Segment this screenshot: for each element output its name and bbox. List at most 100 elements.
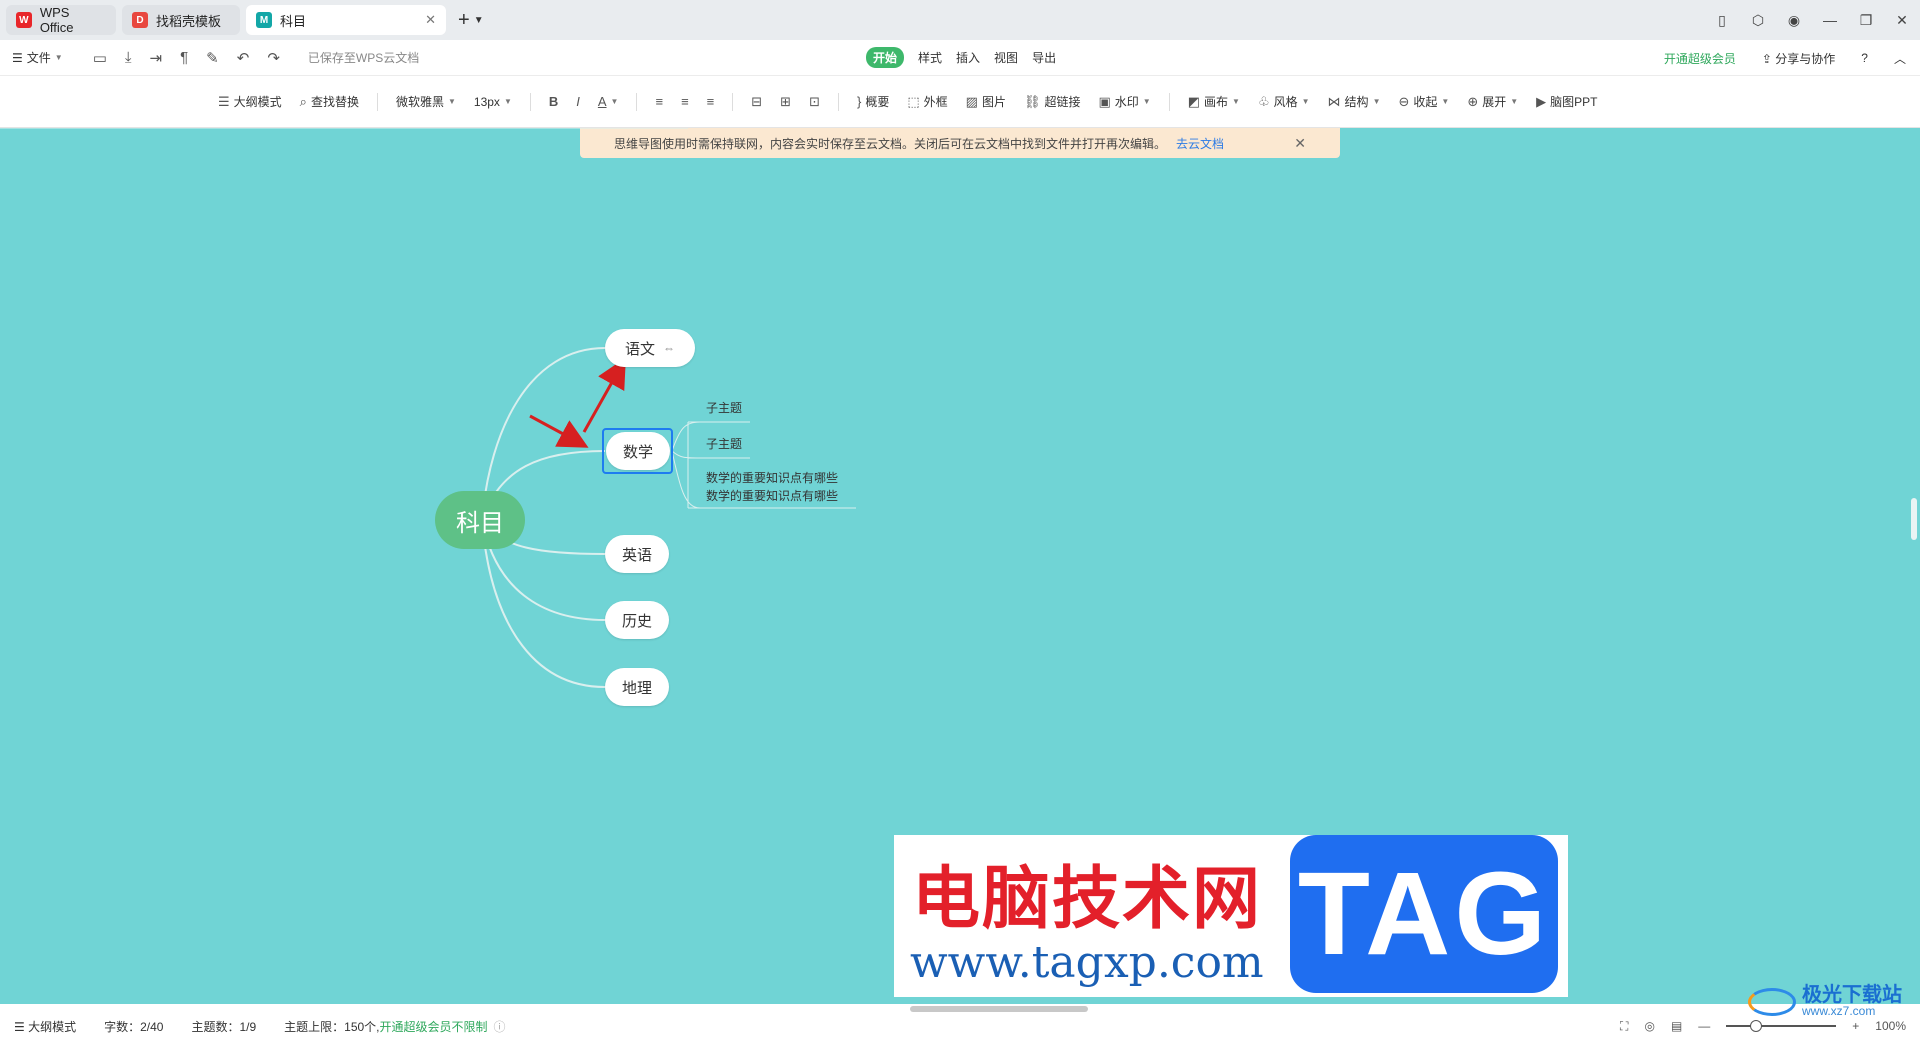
insert-parent-button[interactable]: ⊡ <box>809 94 820 110</box>
corner-watermark-title: 极光下载站 <box>1802 984 1902 1006</box>
new-tab-button[interactable]: + ▼ <box>458 9 484 32</box>
scroll-thumb[interactable] <box>1911 498 1917 540</box>
tab-docer-templates[interactable]: D 找稻壳模板 <box>122 5 240 35</box>
summary-button[interactable]: } 概要 <box>857 93 889 110</box>
insert-sibling-button[interactable]: ⊞ <box>780 94 791 110</box>
chevron-down-icon: ▼ <box>1301 97 1310 106</box>
hyperlink-label: 超链接 <box>1044 95 1081 109</box>
toolbar: ☰ 大纲模式 ⌕ 查找替换 微软雅黑 ▼ 13px ▼ B I A ▼ ≡ ≡ ≡ ⊟ ⊞… <box>0 76 1920 128</box>
topic-shuxue[interactable]: 数学 <box>606 432 670 470</box>
tab-mindmap-file[interactable]: M 科目 ✕ <box>246 5 446 35</box>
topic-dili[interactable]: 地理 <box>605 668 669 706</box>
collapse-button[interactable]: ⊖ 收起 ▼ <box>1398 93 1449 110</box>
docer-icon: D <box>132 12 148 28</box>
layout-icon[interactable]: ▯ <box>1704 12 1740 29</box>
format-painter-icon[interactable]: ¶ <box>180 49 188 66</box>
close-tab-icon[interactable]: ✕ <box>425 12 436 28</box>
pen-icon[interactable]: ✎ <box>206 49 219 67</box>
font-family-select[interactable]: 微软雅黑 ▼ <box>396 93 456 110</box>
tab-start[interactable]: 开始 <box>866 47 905 68</box>
subtopic[interactable]: 子主题 <box>706 435 742 452</box>
close-window-icon[interactable]: ✕ <box>1884 12 1920 29</box>
topic-lishi[interactable]: 历史 <box>605 601 669 639</box>
vertical-scrollbar[interactable] <box>1908 128 1920 1004</box>
tab-label: 找稻壳模板 <box>156 13 222 29</box>
export-icon[interactable]: ⇥ <box>150 49 163 67</box>
divider <box>636 92 638 111</box>
redo-icon[interactable]: ↷ <box>267 49 280 67</box>
cube-icon[interactable]: ⬡ <box>1740 12 1776 29</box>
subtopic[interactable]: 数学的重要知识点有哪些 <box>706 487 838 504</box>
tab-export[interactable]: 导出 <box>1032 49 1056 66</box>
child-topic-icon: ⊟ <box>751 93 763 109</box>
watermark-button[interactable]: ▣ 水印 ▼ <box>1098 93 1150 110</box>
chevron-down-icon: ▼ <box>447 97 456 106</box>
tab-view[interactable]: 视图 <box>994 49 1018 66</box>
paint-bucket-icon: ◩ <box>1187 93 1201 109</box>
outline-mode-button[interactable]: ☰ 大纲模式 <box>218 93 282 110</box>
map-icon[interactable]: ▤ <box>1671 1019 1682 1033</box>
align-left-button[interactable]: ≡ <box>655 94 663 109</box>
find-replace-button[interactable]: ⌕ 查找替换 <box>300 93 359 110</box>
collapse-ribbon-icon[interactable]: ︿ <box>1894 50 1906 67</box>
topic-yingyu[interactable]: 英语 <box>605 535 669 573</box>
vip-button[interactable]: 开通超级会员 <box>1664 50 1736 67</box>
root-topic[interactable]: 科目 <box>435 491 525 549</box>
style-button[interactable]: ♧ 风格 ▼ <box>1258 93 1310 110</box>
tab-insert[interactable]: 插入 <box>956 49 980 66</box>
tab-wps-office[interactable]: W WPS Office <box>6 5 116 35</box>
zoom-in-icon[interactable]: + <box>1852 1019 1859 1033</box>
chevron-down-icon: ▼ <box>473 14 484 26</box>
expand-button[interactable]: ⊕ 展开 ▼ <box>1467 93 1518 110</box>
zoom-slider-knob[interactable] <box>1750 1020 1763 1032</box>
share-button[interactable]: ⇪ 分享与协作 <box>1762 50 1835 67</box>
fit-screen-icon[interactable]: ⛶ <box>1620 1019 1628 1034</box>
subtopic[interactable]: 子主题 <box>706 399 742 416</box>
frame-button[interactable]: ⬚ 外框 <box>907 93 947 110</box>
align-right-button[interactable]: ≡ <box>707 94 715 109</box>
topic-yuwen[interactable]: 语文 ⇔ <box>605 329 695 367</box>
insert-child-button[interactable]: ⊟ <box>751 94 762 110</box>
italic-button[interactable]: I <box>576 94 580 109</box>
structure-button[interactable]: ⋈ 结构 ▼ <box>1328 93 1381 110</box>
save-icon[interactable]: ▭ <box>93 49 107 67</box>
tab-style[interactable]: 样式 <box>918 49 942 66</box>
red-arrow-right <box>529 414 589 448</box>
ppt-label: 脑图PPT <box>1550 95 1598 109</box>
mindmap-ppt-button[interactable]: ▶ 脑图PPT <box>1536 93 1597 110</box>
menu-bar: ☰ 文件 ▼ ▭ ⤓ ⇥ ¶ ✎ ↶ ↷ 已保存至WPS云文档 开始 样式 插入… <box>0 40 1920 76</box>
file-menu[interactable]: ☰ 文件 ▼ <box>12 49 63 66</box>
align-right-icon: ≡ <box>706 94 715 109</box>
font-size-select[interactable]: 13px ▼ <box>474 95 512 109</box>
frame-label: 外框 <box>923 95 948 109</box>
locate-icon[interactable]: ◎ <box>1644 1019 1654 1033</box>
vip-unlimited-link[interactable]: 开通超级会员不限制 <box>380 1018 488 1035</box>
hyperlink-button[interactable]: ⛓ 超链接 <box>1024 93 1081 110</box>
chevron-down-icon: ▼ <box>1232 97 1240 106</box>
minimize-icon[interactable]: — <box>1812 12 1848 28</box>
structure-icon: ⋈ <box>1327 93 1341 109</box>
info-icon[interactable]: ⓘ <box>494 1018 506 1035</box>
canvas-button[interactable]: ◩ 画布 ▼ <box>1188 93 1240 110</box>
zoom-slider[interactable] <box>1726 1020 1837 1032</box>
bold-button[interactable]: B <box>549 94 558 109</box>
avatar[interactable]: ◉ <box>1776 12 1812 29</box>
align-center-button[interactable]: ≡ <box>681 94 689 109</box>
restore-icon[interactable]: ❐ <box>1848 12 1884 29</box>
watermark-label: 水印 <box>1114 95 1139 109</box>
image-icon: ▨ <box>965 93 978 109</box>
link-icon[interactable]: ⇔ <box>663 341 675 355</box>
tab-label: WPS Office <box>39 5 74 35</box>
chevron-down-icon: ▼ <box>1372 97 1381 106</box>
subtopic[interactable]: 数学的重要知识点有哪些 <box>706 469 838 486</box>
download-icon[interactable]: ⤓ <box>125 49 132 66</box>
mindmap-canvas[interactable]: 思维导图使用时需保持联网，内容会实时保存至云文档。关闭后可在云文档中找到文件并打… <box>0 128 1908 1004</box>
help-icon[interactable]: ? <box>1861 51 1868 65</box>
image-button[interactable]: ▨ 图片 <box>966 93 1006 110</box>
font-color-button[interactable]: A ▼ <box>598 94 619 109</box>
outline-mode-status[interactable]: ☰ 大纲模式 <box>14 1018 76 1035</box>
undo-icon[interactable]: ↶ <box>237 49 250 67</box>
share-icon: ⇪ <box>1761 51 1772 66</box>
zoom-out-icon[interactable]: — <box>1698 1019 1710 1033</box>
divider <box>376 92 378 111</box>
